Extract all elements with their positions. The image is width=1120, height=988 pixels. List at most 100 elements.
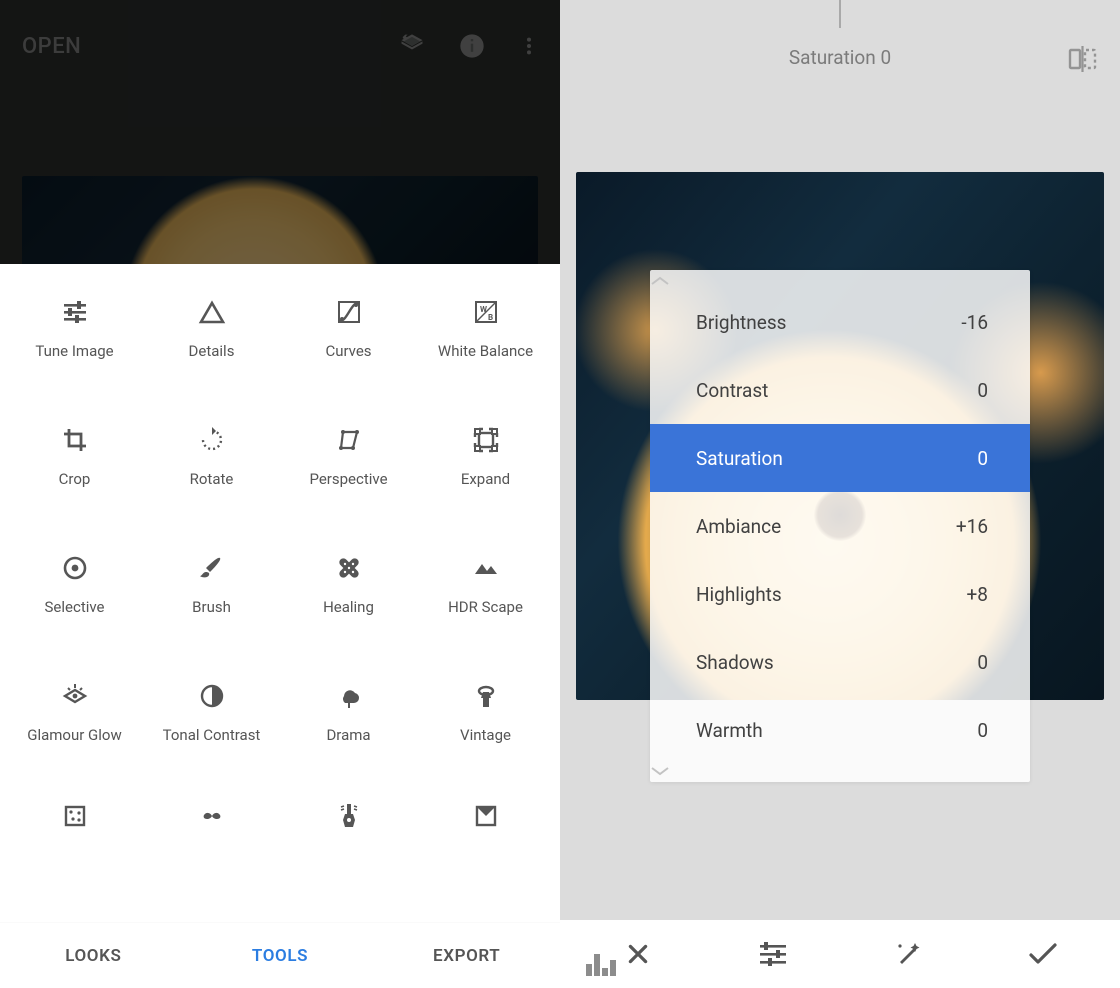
adjustments-overlay[interactable]: Brightness-16Contrast0Saturation0Ambianc… — [650, 270, 1030, 782]
tools-grid: Tune Image Details Curves White Balance Crop… — [0, 282, 560, 922]
tool-perspective[interactable]: Perspective — [280, 410, 417, 538]
tool-brush[interactable]: Brush — [143, 538, 280, 666]
chevron-down-icon — [650, 764, 1030, 778]
info-icon[interactable] — [458, 32, 486, 60]
selective-icon — [51, 548, 99, 588]
adjust-value: +8 — [967, 583, 988, 606]
current-param-readout: Saturation 0 — [789, 46, 891, 69]
frame-icon — [462, 800, 510, 832]
adjust-row-brightness[interactable]: Brightness -16 — [650, 288, 1030, 356]
tool-label: Tonal Contrast — [163, 726, 261, 745]
photo-preview-strip — [22, 176, 538, 264]
tool-label: Rotate — [190, 470, 234, 489]
open-button[interactable]: OPEN — [22, 34, 81, 59]
adjustment-header: Saturation 0 — [560, 0, 1120, 115]
pane-tune-image: Saturation 0 Brightness-16Contrast0Satur… — [560, 0, 1120, 988]
tool-label: White Balance — [438, 342, 533, 361]
glow-icon — [51, 676, 99, 716]
healing-icon — [325, 548, 373, 588]
slider-center-tick — [839, 0, 841, 28]
top-app-bar: OPEN — [0, 0, 560, 74]
tool-tonal[interactable]: Tonal Contrast — [143, 666, 280, 794]
chevron-up-icon — [650, 274, 1030, 288]
tool-label: Selective — [45, 598, 105, 617]
grainy-icon — [51, 800, 99, 832]
tool-guitar[interactable] — [280, 794, 417, 842]
current-param-name: Saturation — [789, 46, 876, 69]
tool-expand[interactable]: Expand — [417, 410, 554, 538]
tool-moustache[interactable] — [143, 794, 280, 842]
pane-tools: OPEN Tune Image Details Curves White Balanc… — [0, 0, 560, 988]
tune-icon — [51, 292, 99, 332]
tool-label: Perspective — [309, 470, 387, 489]
tool-label: Crop — [59, 470, 91, 489]
editor-footer — [560, 920, 1120, 988]
tool-label: Details — [189, 342, 235, 361]
top-action-icons — [398, 32, 540, 60]
tool-label: Glamour Glow — [27, 726, 122, 745]
adjust-value: 0 — [977, 379, 988, 402]
guitar-icon — [325, 800, 373, 832]
adjust-value: +16 — [956, 515, 988, 538]
hdr-icon — [462, 548, 510, 588]
vintage-icon — [462, 676, 510, 716]
tool-crop[interactable]: Crop — [6, 410, 143, 538]
adjust-name: Contrast — [696, 379, 768, 402]
tool-selective[interactable]: Selective — [6, 538, 143, 666]
histogram-icon[interactable] — [586, 954, 620, 976]
adjust-row-highlights[interactable]: Highlights +8 — [650, 560, 1030, 628]
tab-tools[interactable]: TOOLS — [187, 946, 374, 966]
edit-stack-icon[interactable] — [398, 32, 426, 60]
adjust-name: Ambiance — [696, 515, 781, 538]
tool-glow[interactable]: Glamour Glow — [6, 666, 143, 794]
tool-details[interactable]: Details — [143, 282, 280, 410]
tool-label: Curves — [325, 342, 371, 361]
tool-wb[interactable]: White Balance — [417, 282, 554, 410]
tool-label: Tune Image — [35, 342, 113, 361]
tool-label: Expand — [461, 470, 510, 489]
apply-button[interactable] — [1008, 930, 1078, 978]
brush-icon — [188, 548, 236, 588]
crop-icon — [51, 420, 99, 460]
adjust-row-warmth[interactable]: Warmth 0 — [650, 696, 1030, 764]
editor-canvas[interactable]: Brightness-16Contrast0Saturation0Ambianc… — [560, 115, 1120, 920]
adjust-row-ambiance[interactable]: Ambiance +16 — [650, 492, 1030, 560]
adjust-sliders-button[interactable] — [738, 930, 808, 978]
tool-healing[interactable]: Healing — [280, 538, 417, 666]
auto-magic-button[interactable] — [873, 930, 943, 978]
tool-rotate[interactable]: Rotate — [143, 410, 280, 538]
adjust-name: Shadows — [696, 651, 774, 674]
tools-panel: Tune Image Details Curves White Balance Crop… — [0, 264, 560, 988]
tool-drama[interactable]: Drama — [280, 666, 417, 794]
adjust-row-saturation[interactable]: Saturation0 — [650, 424, 1030, 492]
tool-vintage[interactable]: Vintage — [417, 666, 554, 794]
wb-icon — [462, 292, 510, 332]
tab-looks[interactable]: LOOKS — [0, 946, 187, 966]
current-param-value: 0 — [880, 46, 891, 69]
curves-icon — [325, 292, 373, 332]
tool-curves[interactable]: Curves — [280, 282, 417, 410]
adjust-name: Saturation — [696, 447, 783, 470]
drama-icon — [325, 676, 373, 716]
tool-label: Vintage — [460, 726, 511, 745]
details-icon — [188, 292, 236, 332]
moustache-icon — [188, 800, 236, 832]
adjust-value: -16 — [961, 311, 988, 334]
compare-icon[interactable] — [1068, 46, 1098, 72]
adjust-name: Warmth — [696, 719, 763, 742]
expand-icon — [462, 420, 510, 460]
adjust-value: 0 — [977, 719, 988, 742]
adjust-name: Brightness — [696, 311, 786, 334]
tool-tune[interactable]: Tune Image — [6, 282, 143, 410]
tool-hdr[interactable]: HDR Scape — [417, 538, 554, 666]
perspective-icon — [325, 420, 373, 460]
adjust-name: Highlights — [696, 583, 782, 606]
rotate-icon — [188, 420, 236, 460]
adjust-row-contrast[interactable]: Contrast 0 — [650, 356, 1030, 424]
tool-grainy[interactable] — [6, 794, 143, 842]
tab-export[interactable]: EXPORT — [373, 946, 560, 966]
overflow-menu-icon[interactable] — [518, 32, 540, 60]
tool-frame[interactable] — [417, 794, 554, 842]
bottom-tab-bar: LOOKS TOOLS EXPORT — [0, 922, 560, 988]
adjust-row-shadows[interactable]: Shadows0 — [650, 628, 1030, 696]
